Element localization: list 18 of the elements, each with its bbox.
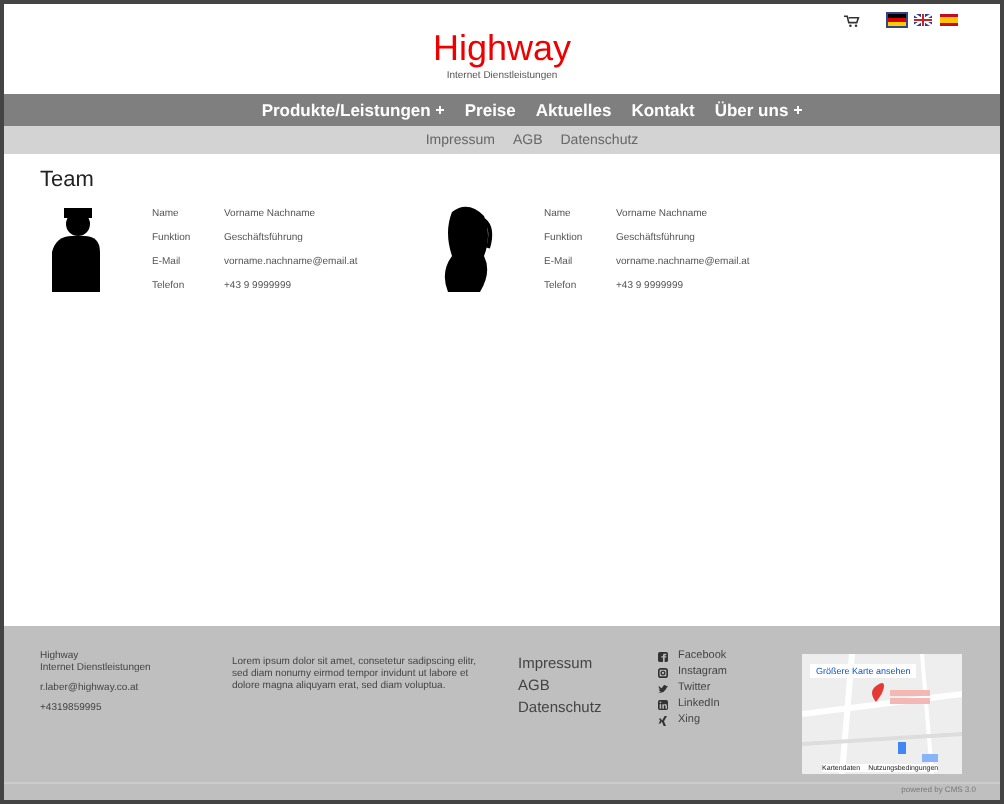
nav-link[interactable]: Kontakt xyxy=(631,100,695,120)
nav-link[interactable]: Produkte/Leistungen xyxy=(261,100,431,120)
bird-icon[interactable] xyxy=(658,683,668,693)
instagram-icon[interactable] xyxy=(658,667,668,677)
section-heading: Team xyxy=(40,168,96,192)
xing-icon[interactable] xyxy=(658,715,668,725)
facebook-icon[interactable] xyxy=(658,651,668,661)
spain-flag-icon[interactable] xyxy=(938,12,960,28)
site-title[interactable]: Highway xyxy=(4,4,1000,68)
nav-link[interactable]: Aktuelles xyxy=(535,100,612,120)
german-flag-icon[interactable] xyxy=(886,12,908,28)
plus-icon[interactable] xyxy=(794,106,803,114)
uk-flag-icon[interactable] xyxy=(912,12,934,28)
nav-link[interactable]: Preise xyxy=(464,100,516,120)
linkedin-icon[interactable] xyxy=(658,699,668,709)
plus-icon[interactable] xyxy=(436,106,445,114)
cart-icon[interactable] xyxy=(844,13,860,27)
nav-link[interactable]: Über uns xyxy=(714,100,789,120)
